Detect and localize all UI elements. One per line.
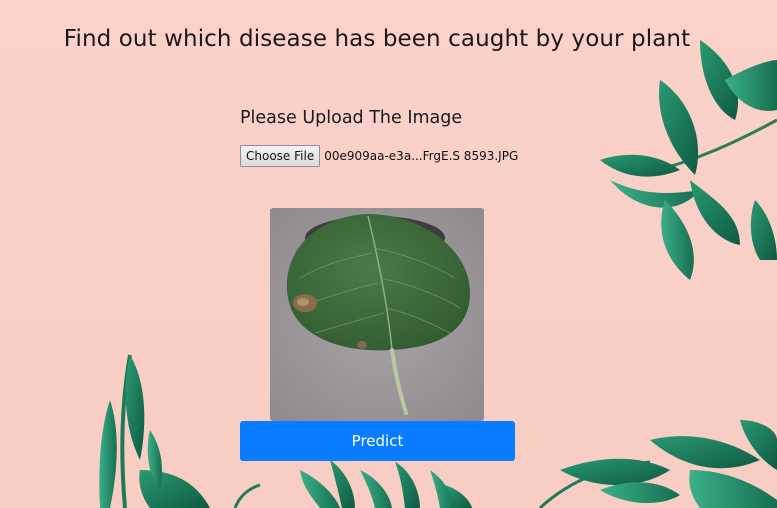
page: Find out which disease has been caught b… bbox=[0, 0, 777, 508]
leaf-image bbox=[270, 208, 484, 421]
selected-file-name: 00e909aa-e3a...FrgE.S 8593.JPG bbox=[324, 149, 519, 163]
file-input[interactable]: Choose File 00e909aa-e3a...FrgE.S 8593.J… bbox=[240, 145, 518, 167]
page-title: Find out which disease has been caught b… bbox=[63, 26, 691, 52]
uploaded-image-preview bbox=[270, 208, 484, 421]
choose-file-button[interactable]: Choose File bbox=[240, 145, 321, 167]
upload-label: Please Upload The Image bbox=[240, 108, 463, 128]
predict-button[interactable]: Predict bbox=[240, 421, 515, 461]
